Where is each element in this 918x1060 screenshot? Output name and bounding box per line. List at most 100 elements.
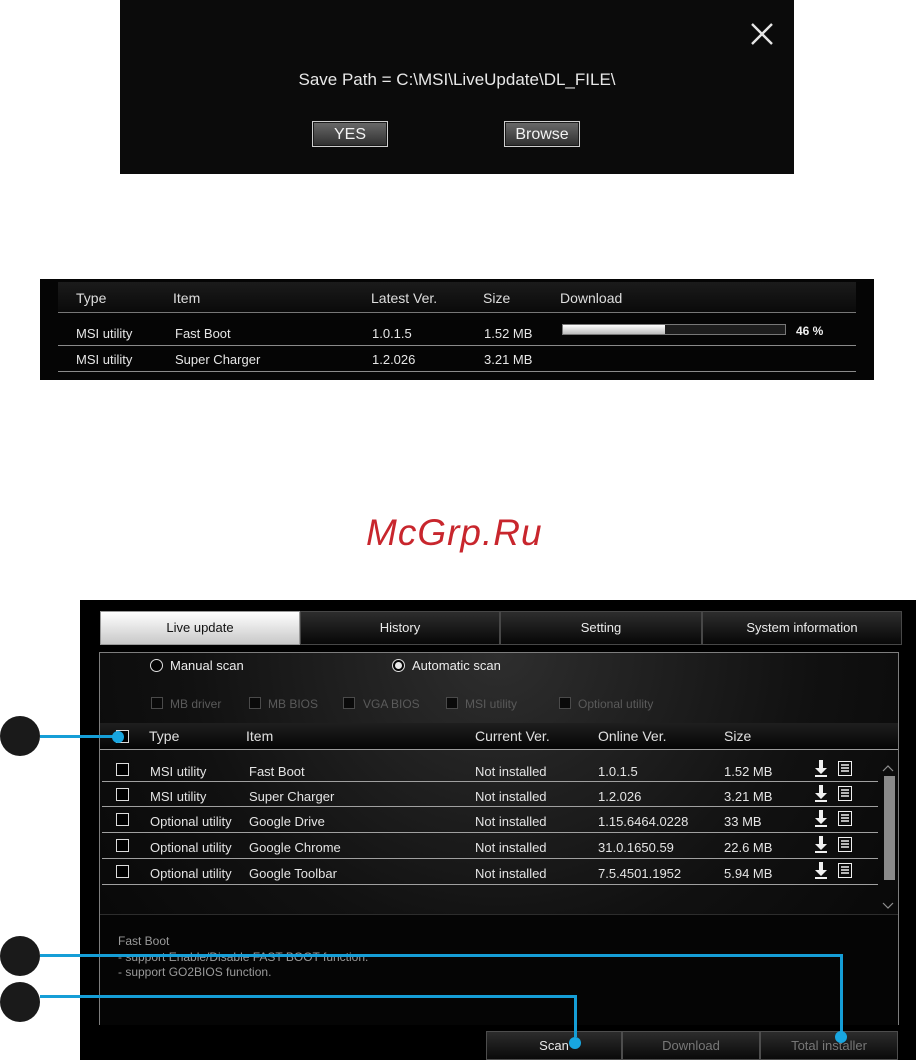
download-progress-bar <box>562 324 786 335</box>
callout-dot-1 <box>112 731 124 743</box>
header-current-ver: Current Ver. <box>475 728 550 744</box>
row-divider <box>102 884 878 885</box>
header-latest-ver: Latest Ver. <box>371 290 438 306</box>
automatic-scan-label: Automatic scan <box>412 658 501 673</box>
row-divider <box>102 781 878 782</box>
header-item: Item <box>246 728 274 744</box>
row-item: Google Drive <box>249 814 325 829</box>
callout-marker-2 <box>0 936 40 976</box>
close-icon[interactable] <box>748 20 776 48</box>
row-online-ver: 1.2.026 <box>598 789 642 804</box>
callout-line-2 <box>40 954 843 957</box>
row-type: MSI utility <box>150 764 207 779</box>
row-type: MSI utility <box>76 326 133 341</box>
download-arrow-icon[interactable] <box>814 810 828 832</box>
manual-scan-radio[interactable] <box>150 659 163 672</box>
header-type: Type <box>76 290 107 306</box>
row-size: 33 MB <box>724 814 762 829</box>
row-checkbox[interactable] <box>116 763 129 776</box>
release-note-icon[interactable] <box>838 761 852 781</box>
row-item: Super Charger <box>249 789 335 804</box>
callout-line-3 <box>40 995 577 998</box>
filter-label: Optional utility <box>578 697 654 711</box>
filter-msi-utility-checkbox[interactable] <box>446 697 458 709</box>
download-arrow-icon[interactable] <box>814 862 828 884</box>
filter-label: MSI utility <box>465 697 518 711</box>
row-checkbox[interactable] <box>116 813 129 826</box>
filter-mb-driver-checkbox[interactable] <box>151 697 163 709</box>
row-version: 1.0.1.5 <box>372 326 412 341</box>
row-size: 22.6 MB <box>724 840 773 855</box>
header-type: Type <box>149 728 180 744</box>
row-item: Super Charger <box>175 352 261 367</box>
row-item: Google Chrome <box>249 840 341 855</box>
download-arrow-icon[interactable] <box>814 760 828 782</box>
row-type: Optional utility <box>150 866 232 881</box>
tab-history[interactable]: History <box>300 611 500 645</box>
row-checkbox[interactable] <box>116 788 129 801</box>
row-size: 3.21 MB <box>724 789 773 804</box>
row-online-ver: 7.5.4501.1952 <box>598 866 682 881</box>
row-checkbox[interactable] <box>116 839 129 852</box>
row-online-ver: 1.0.1.5 <box>598 764 638 779</box>
manual-scan-label: Manual scan <box>170 658 244 673</box>
row-current-ver: Not installed <box>475 866 547 881</box>
download-button[interactable]: Download <box>622 1031 760 1060</box>
row-type: MSI utility <box>150 789 207 804</box>
download-progress-label: 46 % <box>796 324 824 338</box>
tab-setting[interactable]: Setting <box>500 611 702 645</box>
scan-button[interactable]: Scan <box>486 1031 622 1060</box>
header-online-ver: Online Ver. <box>598 728 667 744</box>
filter-vga-bios-checkbox[interactable] <box>343 697 355 709</box>
row-divider <box>58 345 856 346</box>
row-size: 3.21 MB <box>484 352 533 367</box>
filter-mb-bios-checkbox[interactable] <box>249 697 261 709</box>
description-title: Fast Boot <box>118 934 170 948</box>
header-size: Size <box>483 290 511 306</box>
download-arrow-icon[interactable] <box>814 785 828 807</box>
download-progress-fill <box>563 325 666 334</box>
filter-optional-utility-checkbox[interactable] <box>559 697 571 709</box>
callout-dot-3 <box>569 1037 581 1049</box>
watermark: McGrp.Ru <box>366 512 543 553</box>
row-size: 1.52 MB <box>724 764 773 779</box>
automatic-scan-radio[interactable] <box>392 659 405 672</box>
row-size: 5.94 MB <box>724 866 773 881</box>
scrollbar-thumb[interactable] <box>884 776 895 880</box>
header-item: Item <box>173 290 201 306</box>
row-divider <box>102 858 878 859</box>
row-divider <box>102 832 878 833</box>
header-download: Download <box>560 290 623 306</box>
release-note-icon[interactable] <box>838 863 852 883</box>
callout-line-3-vertical <box>574 995 577 1037</box>
release-note-icon[interactable] <box>838 811 852 831</box>
row-checkbox[interactable] <box>116 865 129 878</box>
tab-live-update[interactable]: Live update <box>100 611 300 645</box>
row-online-ver: 31.0.1650.59 <box>598 840 674 855</box>
yes-button[interactable]: YES <box>312 121 388 147</box>
row-item: Fast Boot <box>249 764 305 779</box>
row-current-ver: Not installed <box>475 840 547 855</box>
row-version: 1.2.026 <box>372 352 416 367</box>
callout-line-1 <box>40 735 122 738</box>
row-size: 1.52 MB <box>484 326 533 341</box>
row-current-ver: Not installed <box>475 814 547 829</box>
row-online-ver: 1.15.6464.0228 <box>598 814 689 829</box>
row-type: Optional utility <box>150 840 232 855</box>
tab-system-information[interactable]: System information <box>702 611 902 645</box>
callout-marker-3 <box>0 982 40 1022</box>
release-note-icon[interactable] <box>838 786 852 806</box>
browse-button[interactable]: Browse <box>504 121 580 147</box>
save-path-text: Save Path = C:\MSI\LiveUpdate\DL_FILE\ <box>298 70 616 89</box>
callout-line-2-vertical <box>840 954 843 1037</box>
release-note-icon[interactable] <box>838 837 852 857</box>
download-arrow-icon[interactable] <box>814 836 828 858</box>
row-item: Fast Boot <box>175 326 231 341</box>
total-installer-button[interactable]: Total installer <box>760 1031 898 1060</box>
filter-label: VGA BIOS <box>363 697 420 711</box>
row-type: MSI utility <box>76 352 133 367</box>
row-current-ver: Not installed <box>475 764 547 779</box>
row-divider <box>58 371 856 372</box>
description-line: - support GO2BIOS function. <box>118 965 272 979</box>
callout-dot-2 <box>835 1031 847 1043</box>
